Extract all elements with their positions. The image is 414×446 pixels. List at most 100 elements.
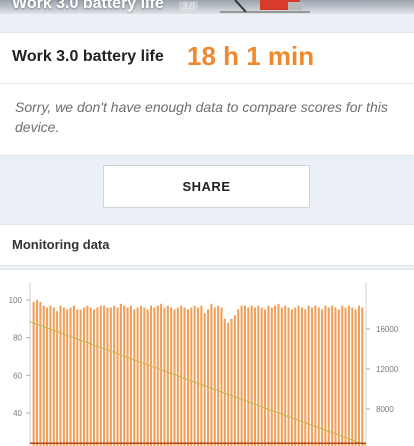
bar <box>220 307 223 446</box>
bar <box>213 307 216 446</box>
bar <box>297 305 300 446</box>
bar <box>290 309 293 446</box>
bar <box>304 309 307 446</box>
bar <box>82 307 86 446</box>
bar <box>93 309 96 446</box>
bar <box>190 307 193 446</box>
bar <box>52 307 55 446</box>
bar <box>324 305 327 446</box>
score-card: Work 3.0 battery life 18 h 1 min Sorry, … <box>0 32 414 156</box>
right-tick-label: 16000 <box>376 325 399 334</box>
bar <box>314 305 317 446</box>
bar <box>170 307 173 446</box>
bar <box>166 305 169 446</box>
bar <box>66 309 69 446</box>
monitoring-title: Monitoring data <box>12 237 110 252</box>
bar <box>337 309 340 446</box>
bar <box>277 303 280 446</box>
bar <box>250 305 253 446</box>
bar <box>203 313 206 446</box>
bar <box>321 309 324 446</box>
left-tick-label: 40 <box>13 409 22 418</box>
bar <box>156 305 159 446</box>
bar <box>260 307 263 446</box>
bar <box>133 309 136 446</box>
bar <box>126 307 129 446</box>
bar <box>180 305 183 446</box>
bar <box>89 307 92 446</box>
bar <box>357 305 361 446</box>
bar <box>351 307 354 446</box>
bar <box>307 305 310 446</box>
bar <box>163 307 166 446</box>
bar <box>334 307 337 446</box>
bar <box>146 309 149 446</box>
bar <box>119 303 122 446</box>
bar <box>217 305 220 446</box>
compare-note: Sorry, we don't have enough data to comp… <box>15 99 388 135</box>
hero-version-badge: 3.0 <box>179 1 198 11</box>
bar <box>361 307 364 446</box>
bar <box>207 309 210 446</box>
left-tick-label: 80 <box>13 334 22 343</box>
bar <box>106 307 109 446</box>
bar <box>331 305 334 446</box>
bar <box>294 307 297 446</box>
monitoring-header: Monitoring data <box>0 224 414 266</box>
bar <box>210 303 213 446</box>
bar <box>300 307 303 446</box>
bar <box>230 318 233 446</box>
hero-illustration <box>220 0 310 13</box>
monitoring-chart-svg: 100 80 60 40 16000 12000 8000 <box>9 282 399 446</box>
bar <box>227 322 230 446</box>
right-tick-label: 12000 <box>376 365 399 374</box>
right-tick-label: 8000 <box>376 405 394 414</box>
bar <box>103 305 106 446</box>
bar <box>196 307 200 446</box>
bar <box>341 305 344 446</box>
bar <box>317 307 320 446</box>
bar <box>270 307 273 446</box>
bar <box>123 305 126 446</box>
share-button[interactable]: SHARE <box>103 165 310 208</box>
bar <box>99 305 102 446</box>
bar <box>257 305 260 446</box>
bar <box>193 305 196 446</box>
bar <box>237 309 240 446</box>
bar <box>274 305 277 446</box>
bar <box>69 307 72 446</box>
score-value: 18 h 1 min <box>187 41 315 71</box>
bar <box>223 318 226 446</box>
bar <box>35 300 39 446</box>
bar <box>240 305 243 446</box>
bar <box>347 305 350 446</box>
bar <box>160 303 163 446</box>
bar <box>280 307 283 446</box>
bar <box>354 309 357 446</box>
bar <box>153 307 156 446</box>
bar <box>143 307 146 446</box>
left-tick-label: 100 <box>9 296 23 305</box>
bar <box>62 307 65 446</box>
bar <box>327 307 330 446</box>
monitoring-chart: 100 80 60 40 16000 12000 8000 <box>0 269 414 446</box>
bar <box>264 309 267 446</box>
bar <box>96 307 99 446</box>
score-label: Work 3.0 battery life <box>12 48 164 65</box>
bar <box>183 307 186 446</box>
bar <box>287 307 290 446</box>
bar <box>49 305 52 446</box>
bar <box>59 305 62 446</box>
bar <box>129 305 132 446</box>
bar <box>344 307 347 446</box>
bar <box>136 307 139 446</box>
hero-title: Work 3.0 battery life <box>12 0 164 12</box>
bar <box>76 309 79 446</box>
bar <box>72 305 75 446</box>
bar <box>79 309 82 446</box>
bar <box>233 315 236 446</box>
bar <box>200 305 203 446</box>
bar <box>116 307 119 446</box>
bar <box>267 305 270 446</box>
bar <box>247 307 250 446</box>
